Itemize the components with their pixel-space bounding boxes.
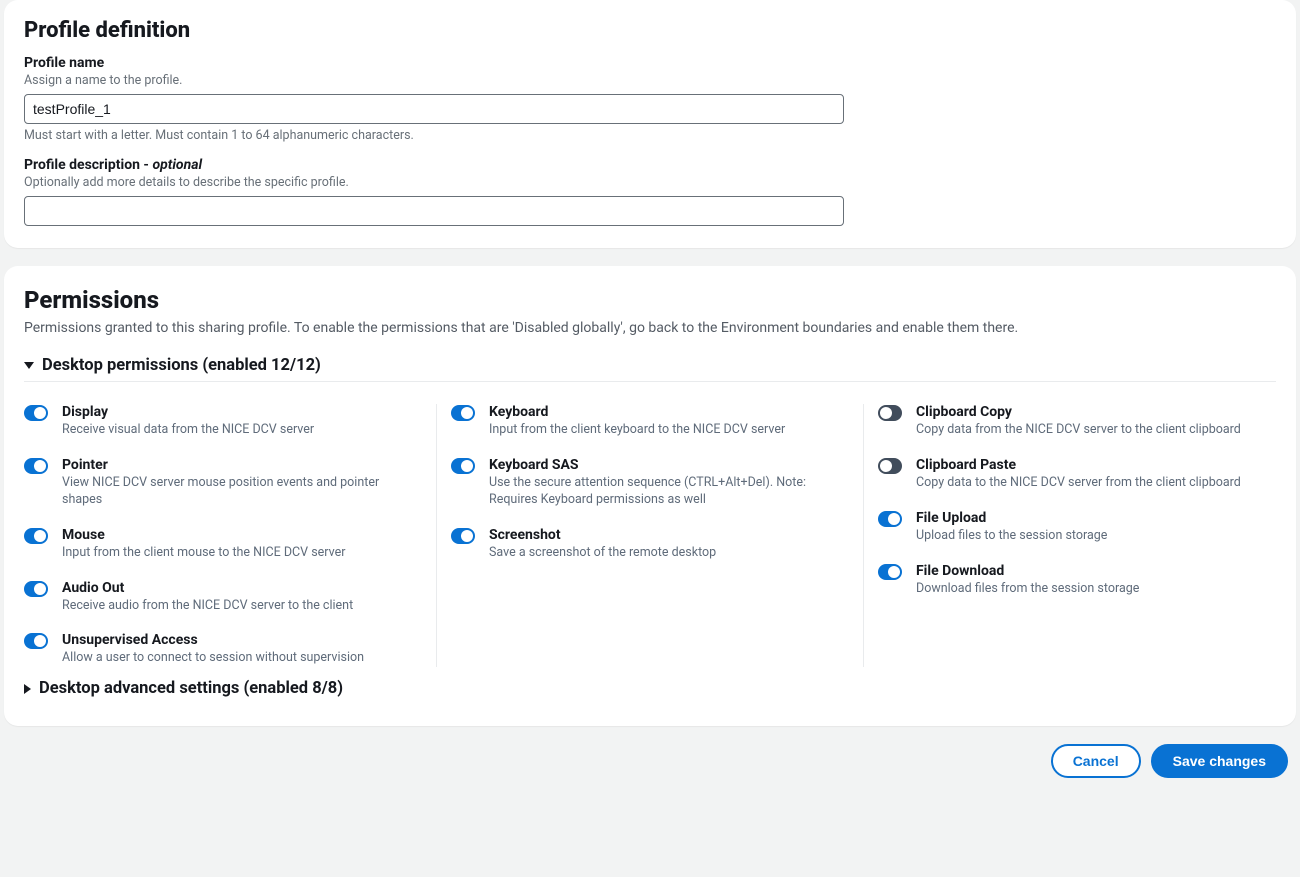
permission-toggle[interactable] xyxy=(24,633,48,649)
desktop-advanced-title: Desktop advanced settings (enabled 8/8) xyxy=(39,679,343,698)
permission-title: Screenshot xyxy=(489,527,849,543)
permission-desc: Save a screenshot of the remote desktop xyxy=(489,545,849,562)
desktop-advanced-toggle[interactable]: Desktop advanced settings (enabled 8/8) xyxy=(24,679,1276,704)
permission-desc: Upload files to the session storage xyxy=(916,528,1276,545)
permission-title: Display xyxy=(62,404,422,420)
permission-title: Clipboard Paste xyxy=(916,457,1276,473)
cancel-button[interactable]: Cancel xyxy=(1051,744,1141,778)
permission-title: Keyboard xyxy=(489,404,849,420)
permission-item: Clipboard Copy Copy data from the NICE DC… xyxy=(878,404,1276,439)
permission-toggle[interactable] xyxy=(451,458,475,474)
permission-title: Unsupervised Access xyxy=(62,632,422,648)
chevron-down-icon xyxy=(24,362,34,369)
permission-desc: Receive visual data from the NICE DCV se… xyxy=(62,422,422,439)
permission-desc: Allow a user to connect to session witho… xyxy=(62,650,422,667)
profile-desc-optional: optional xyxy=(152,157,202,173)
permission-desc: Use the secure attention sequence (CTRL+… xyxy=(489,475,849,509)
permission-item: Keyboard SAS Use the secure attention seq… xyxy=(451,457,849,509)
permissions-title: Permissions xyxy=(24,286,1276,314)
permission-item: Audio Out Receive audio from the NICE DCV… xyxy=(24,580,422,615)
permission-title: File Upload xyxy=(916,510,1276,526)
permissions-column: Clipboard Copy Copy data from the NICE DC… xyxy=(863,404,1276,667)
chevron-right-icon xyxy=(24,684,31,694)
permission-item: Clipboard Paste Copy data to the NICE DCV… xyxy=(878,457,1276,492)
permission-title: Mouse xyxy=(62,527,422,543)
profile-name-constraint: Must start with a letter. Must contain 1… xyxy=(24,128,1276,143)
permission-desc: Input from the client keyboard to the NI… xyxy=(489,422,849,439)
profile-desc-label-text: Profile description - xyxy=(24,157,152,173)
permission-desc: View NICE DCV server mouse position even… xyxy=(62,475,422,509)
desktop-permissions-toggle[interactable]: Desktop permissions (enabled 12/12) xyxy=(24,356,1276,382)
permission-item: Keyboard Input from the client keyboard t… xyxy=(451,404,849,439)
permission-toggle[interactable] xyxy=(24,528,48,544)
profile-definition-title: Profile definition xyxy=(24,18,1276,43)
profile-definition-card: Profile definition Profile name Assign a… xyxy=(4,0,1296,248)
permission-toggle[interactable] xyxy=(878,458,902,474)
permission-toggle[interactable] xyxy=(451,528,475,544)
permission-toggle[interactable] xyxy=(451,405,475,421)
permission-item: Unsupervised Access Allow a user to conne… xyxy=(24,632,422,667)
permission-toggle[interactable] xyxy=(24,405,48,421)
permission-toggle[interactable] xyxy=(24,581,48,597)
permission-item: File Download Download files from the ses… xyxy=(878,563,1276,598)
permissions-grid: Display Receive visual data from the NICE… xyxy=(24,396,1276,671)
permission-item: Screenshot Save a screenshot of the remot… xyxy=(451,527,849,562)
permission-toggle[interactable] xyxy=(878,564,902,580)
permission-item: Mouse Input from the client mouse to the … xyxy=(24,527,422,562)
permission-title: Pointer xyxy=(62,457,422,473)
permission-item: File Upload Upload files to the session s… xyxy=(878,510,1276,545)
profile-name-input[interactable] xyxy=(24,94,844,124)
permission-toggle[interactable] xyxy=(878,511,902,527)
permission-title: Clipboard Copy xyxy=(916,404,1276,420)
permission-desc: Download files from the session storage xyxy=(916,581,1276,598)
permissions-card: Permissions Permissions granted to this … xyxy=(4,266,1296,726)
permission-desc: Receive audio from the NICE DCV server t… xyxy=(62,598,422,615)
permissions-desc: Permissions granted to this sharing prof… xyxy=(24,320,1276,336)
permission-toggle[interactable] xyxy=(24,458,48,474)
permission-desc: Copy data from the NICE DCV server to th… xyxy=(916,422,1276,439)
permissions-column: Display Receive visual data from the NICE… xyxy=(24,404,436,667)
save-button[interactable]: Save changes xyxy=(1151,744,1288,778)
profile-desc-label: Profile description - optional xyxy=(24,157,1276,173)
permissions-column: Keyboard Input from the client keyboard t… xyxy=(436,404,863,667)
permission-desc: Copy data to the NICE DCV server from th… xyxy=(916,475,1276,492)
permission-desc: Input from the client mouse to the NICE … xyxy=(62,545,422,562)
permission-item: Pointer View NICE DCV server mouse positi… xyxy=(24,457,422,509)
profile-name-label: Profile name xyxy=(24,55,1276,71)
profile-desc-input[interactable] xyxy=(24,196,844,226)
footer: Cancel Save changes xyxy=(4,744,1296,778)
permission-toggle[interactable] xyxy=(878,405,902,421)
permission-item: Display Receive visual data from the NICE… xyxy=(24,404,422,439)
permission-title: Keyboard SAS xyxy=(489,457,849,473)
permission-title: File Download xyxy=(916,563,1276,579)
profile-name-hint: Assign a name to the profile. xyxy=(24,73,1276,88)
profile-desc-hint: Optionally add more details to describe … xyxy=(24,175,1276,190)
permission-title: Audio Out xyxy=(62,580,422,596)
desktop-permissions-title: Desktop permissions (enabled 12/12) xyxy=(42,356,321,375)
